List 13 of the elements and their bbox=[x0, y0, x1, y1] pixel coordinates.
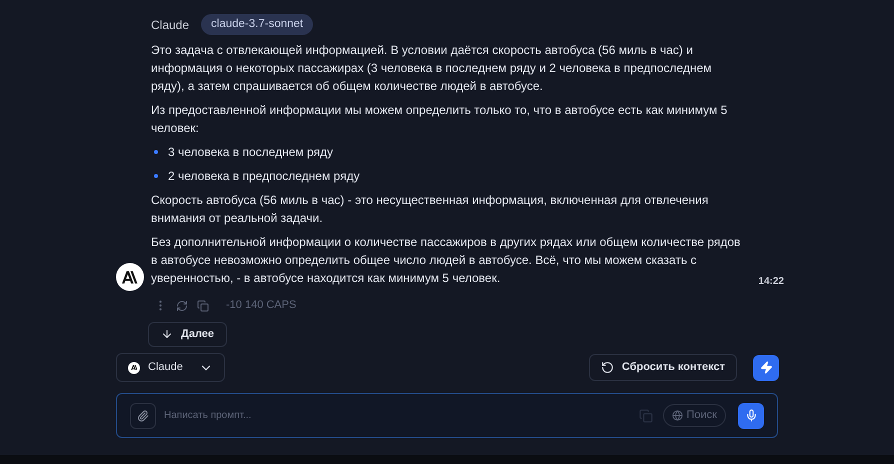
cost-label: -10 140 CAPS bbox=[226, 298, 296, 314]
bullet-item: 2 человека в предпоследнем ряду bbox=[168, 168, 360, 186]
bullet-item: 3 человека в последнем ряду bbox=[168, 144, 333, 162]
message-paragraph: Это задача с отвлекающей информацией. В условии даётся скорость автобуса (56 миль в час) и информация о некоторых пассажирах (3 человека в последнем ряду и 2 человека в предпоследнем ряду), а затем спрашивается об общем количестве людей в автобусе. bbox=[151, 42, 712, 96]
message-paragraph: Скорость автобуса (56 миль в час) - это несущественная информация, включенная для отвлечения внимания от реальной задачи. bbox=[151, 192, 710, 228]
continue-button[interactable]: Далее bbox=[148, 322, 228, 347]
model-badge: claude-3.7-sonnet bbox=[201, 14, 314, 36]
message-time: 14:22 bbox=[758, 275, 784, 290]
message-paragraph: Из предоставленной информации мы можем определить только то, что в автобусе есть как минимум 5 человек: bbox=[151, 102, 728, 138]
reset-context-button[interactable]: Сбросить контекст bbox=[588, 354, 737, 381]
author-name: Claude bbox=[151, 16, 190, 34]
model-select[interactable]: Claude bbox=[116, 353, 225, 382]
message-paragraph: Без дополнительной информации о количестве пассажиров в других рядах или общем количестве рядов в автобусе невозможно определить общее число людей в автобусе. Всё, что мы можем сказать с уверенностью, - в автобусе находится как минимум 5 человек. bbox=[151, 234, 742, 288]
